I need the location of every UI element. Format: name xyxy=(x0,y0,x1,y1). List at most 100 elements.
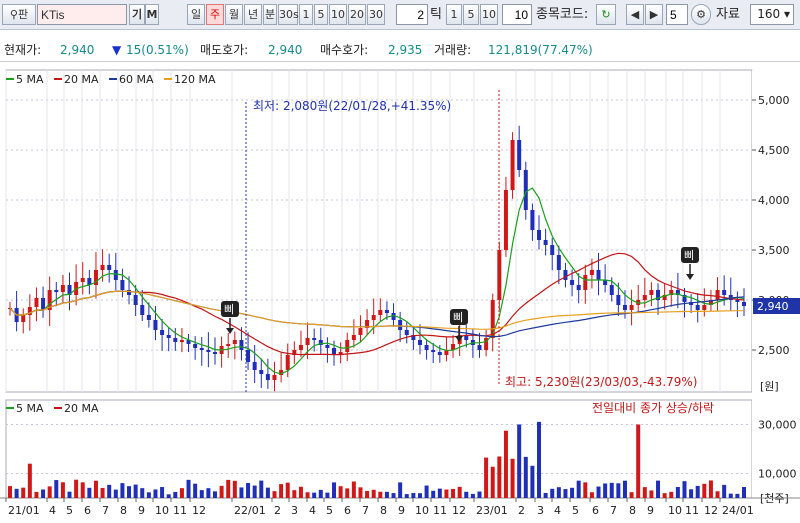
candle-body xyxy=(179,340,184,342)
volume-bar xyxy=(523,456,528,498)
data-count-select[interactable]: 160 ▾ xyxy=(750,4,794,25)
bid-label: 매수호가: xyxy=(320,43,369,57)
count-input[interactable] xyxy=(396,4,428,25)
volume-bar xyxy=(603,483,608,498)
period-button-0[interactable]: 일 xyxy=(187,4,205,25)
candle-body xyxy=(206,350,211,352)
volume-bar xyxy=(371,489,376,498)
stock-chart[interactable]: 5,0004,5004,0003,5003,0002,5002,940[원]30… xyxy=(0,62,800,523)
volume-bar xyxy=(444,489,449,498)
next-button[interactable]: ▶ xyxy=(645,4,663,25)
volume-bar xyxy=(437,488,442,498)
volume-bar xyxy=(140,488,145,498)
candle-body xyxy=(212,352,217,354)
volume-bar xyxy=(179,488,184,498)
candle-body xyxy=(424,345,429,350)
x-tick-label: 6 xyxy=(84,504,91,517)
volume-bar xyxy=(609,482,614,498)
volume-bar xyxy=(689,489,694,498)
prev-button[interactable]: ◀ xyxy=(626,4,644,25)
m-button[interactable]: M xyxy=(145,4,159,25)
x-tick-label: 2 xyxy=(518,504,525,517)
tick-value-input[interactable] xyxy=(502,4,532,25)
candle-body xyxy=(232,340,237,344)
candle-body xyxy=(21,315,26,322)
price-tick-label: 4,500 xyxy=(758,144,790,157)
volume-bar xyxy=(477,491,482,498)
x-tick-label: 12 xyxy=(192,504,206,517)
volume-bar xyxy=(695,485,700,498)
volume-bar xyxy=(530,465,535,498)
candle-body xyxy=(642,295,647,300)
volume-bar xyxy=(649,490,654,498)
volume-bar xyxy=(391,493,396,498)
volume-bar xyxy=(404,494,409,498)
period-button-10[interactable]: 30 xyxy=(367,4,385,25)
x-tick-label: 9 xyxy=(647,504,654,517)
volume-bar xyxy=(384,491,389,498)
nav-step-input[interactable] xyxy=(666,4,688,25)
x-tick-label: 7 xyxy=(610,504,617,517)
marker-badge-label-2: 삐 xyxy=(684,249,694,262)
period-button-1[interactable]: 주 xyxy=(206,4,224,25)
volume-bar xyxy=(252,485,257,498)
candle-body xyxy=(589,270,594,275)
info-bar: 현재가: 2,940 ▼ 15(0.51%) 매도호가: 2,940 매수호가:… xyxy=(0,38,800,62)
candle-body xyxy=(120,280,125,290)
candle-body xyxy=(629,305,634,310)
candle-body xyxy=(563,270,568,280)
period-button-4[interactable]: 분 xyxy=(263,4,277,25)
price-label: 현재가: xyxy=(4,43,42,57)
volume-bar xyxy=(497,456,502,498)
volume-bar xyxy=(669,491,674,498)
volume-bar xyxy=(411,493,416,498)
legend-label-1: 20 MA xyxy=(64,73,99,86)
volume-bar xyxy=(503,430,508,498)
volume-bar xyxy=(378,491,383,498)
candle-body xyxy=(722,290,727,295)
candle-body xyxy=(312,338,317,340)
stock-name-input[interactable] xyxy=(37,4,127,25)
period-button-7[interactable]: 5 xyxy=(314,4,328,25)
volume-bar xyxy=(742,486,746,498)
candle-body xyxy=(345,340,350,352)
volume-bar xyxy=(636,424,641,498)
volume-bar xyxy=(675,487,680,498)
candle-body xyxy=(80,278,85,282)
x-tick-label: 11 xyxy=(173,504,187,517)
volume-bar xyxy=(193,483,198,498)
tick-button-1[interactable]: 5 xyxy=(463,4,479,25)
settings-button[interactable]: ⚙ xyxy=(691,4,711,25)
period-button-8[interactable]: 10 xyxy=(329,4,347,25)
volume-bar xyxy=(570,487,575,498)
volume-bar xyxy=(451,488,456,498)
volume-bar xyxy=(431,490,436,498)
volume-bar xyxy=(616,483,621,498)
x-tick-label: 2 xyxy=(274,504,281,517)
volume-bar xyxy=(576,480,581,498)
volume-bar xyxy=(107,484,112,498)
volume-bar xyxy=(543,492,548,498)
price-tick-label: 3,500 xyxy=(758,244,790,257)
period-button-2[interactable]: 월 xyxy=(225,4,243,25)
volume-bar xyxy=(226,479,231,498)
candle-body xyxy=(193,344,198,348)
period-button-6[interactable]: 1 xyxy=(299,4,313,25)
period-button-3[interactable]: 년 xyxy=(244,4,262,25)
volume-bar xyxy=(312,492,317,498)
ask-price: 2,940 xyxy=(268,43,303,57)
period-button-9[interactable]: 20 xyxy=(348,4,366,25)
price-tick-label: 5,000 xyxy=(758,94,790,107)
search-button[interactable]: ⚲판 xyxy=(2,4,36,25)
ki-button[interactable]: 기 xyxy=(129,4,145,25)
volume-bar xyxy=(292,490,297,498)
tick-button-2[interactable]: 10 xyxy=(480,4,498,25)
legend-label-0: 5 MA xyxy=(16,73,44,86)
volume-bar xyxy=(93,480,98,498)
volume-bar xyxy=(285,482,290,498)
period-button-5[interactable]: 30s xyxy=(278,4,299,25)
marker-badge-label-0: 삐 xyxy=(224,303,234,316)
refresh-button[interactable]: ↻ xyxy=(596,4,616,25)
x-tick-label: 7 xyxy=(102,504,109,517)
tick-button-0[interactable]: 1 xyxy=(446,4,462,25)
